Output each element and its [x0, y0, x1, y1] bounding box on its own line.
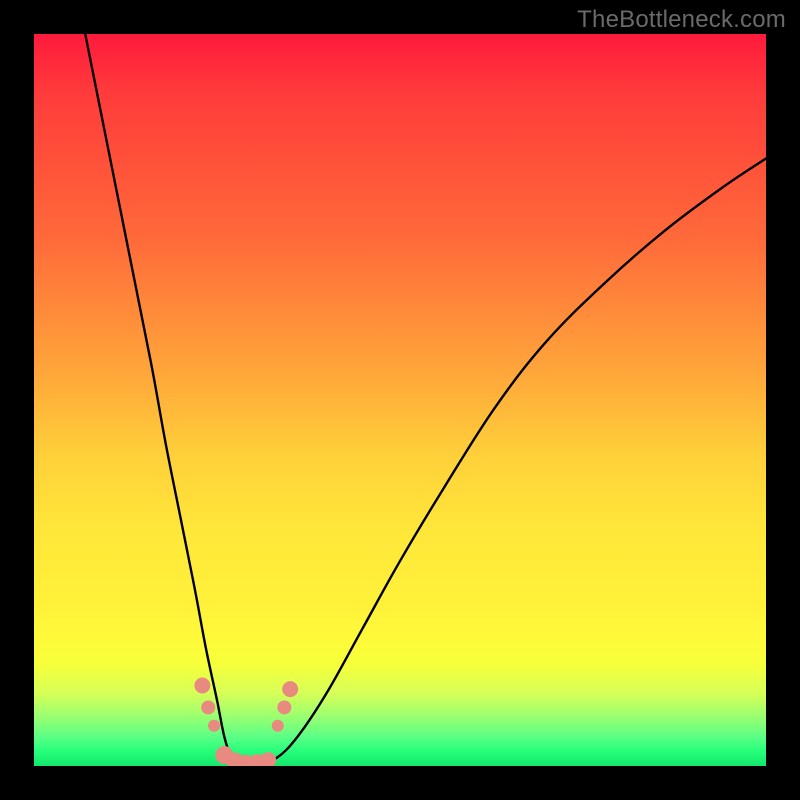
plot-area [34, 34, 766, 766]
bead [260, 752, 276, 766]
bead [277, 700, 291, 714]
bead [272, 720, 284, 732]
bead [208, 720, 220, 732]
bottleneck-curve [85, 34, 766, 766]
bead [201, 700, 215, 714]
bead [282, 681, 298, 697]
bead [194, 677, 210, 693]
curve-svg [34, 34, 766, 766]
watermark-text: TheBottleneck.com [577, 6, 786, 34]
chart-frame: TheBottleneck.com [0, 0, 800, 800]
